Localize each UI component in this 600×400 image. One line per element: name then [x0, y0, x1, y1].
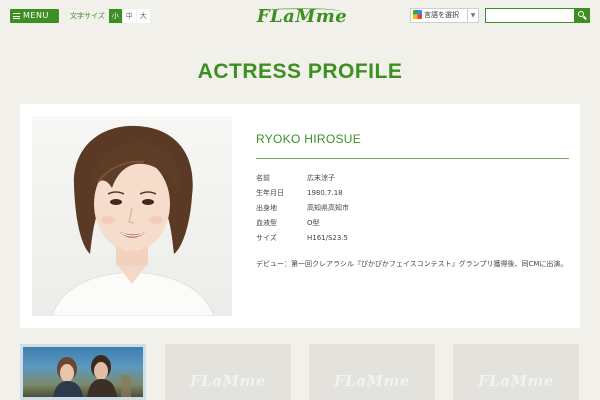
site-logo[interactable]: FLaMme	[246, 6, 358, 28]
related-thumbnails: FLaMme FLaMme FLaMme	[20, 344, 600, 400]
search-icon-handle	[583, 15, 587, 20]
hamburger-icon	[13, 12, 20, 21]
menu-button[interactable]: MENU	[10, 9, 59, 23]
thumbnail-placeholder-logo: FLaMme	[478, 372, 554, 390]
fact-value: H161/S23.5	[307, 234, 349, 242]
font-size-switcher: 文字サイズ小中大	[70, 9, 150, 23]
menu-label: MENU	[23, 11, 49, 20]
font-size-large-button[interactable]: 大	[136, 9, 150, 23]
actress-name: RYOKO HIROSUE	[256, 132, 569, 159]
fact-label: 血液型	[256, 219, 277, 227]
fact-row-blood-type: 血液型 O型	[256, 216, 569, 231]
thumbnail-placeholder-logo: FLaMme	[190, 372, 266, 390]
chevron-down-icon: ▼	[467, 9, 478, 22]
language-select[interactable]: 言語を選択 ▼	[410, 8, 479, 23]
fact-label: 出身地	[256, 204, 277, 212]
fact-row-birthplace: 出身地 高知県高知市	[256, 201, 569, 216]
thumbnail-placeholder-4[interactable]: FLaMme	[453, 344, 579, 400]
search-button[interactable]	[574, 8, 590, 23]
site-header: MENU 文字サイズ小中大 FLaMme 言語を選択 ▼	[0, 0, 600, 34]
font-size-small-button[interactable]: 小	[108, 9, 122, 23]
logo-arc	[262, 8, 342, 16]
thumbnail-image-1[interactable]	[20, 344, 146, 400]
font-size-caption: 文字サイズ	[70, 12, 105, 20]
fact-value: 広末涼子	[307, 174, 335, 182]
profile-facts: 名前 広末涼子 生年月日 1980.7.18 出身地 高知県高知市 血液型 O型…	[256, 171, 569, 246]
thumbnail-placeholder-2[interactable]: FLaMme	[165, 344, 291, 400]
search-input[interactable]	[485, 8, 575, 23]
fact-value: 高知県高知市	[307, 204, 349, 212]
profile-info: RYOKO HIROSUE 名前 広末涼子 生年月日 1980.7.18 出身地…	[256, 132, 569, 271]
thumbnail-placeholder-logo: FLaMme	[334, 372, 410, 390]
fact-value: O型	[307, 219, 320, 227]
profile-card: RYOKO HIROSUE 名前 広末涼子 生年月日 1980.7.18 出身地…	[20, 104, 580, 328]
fact-label: 生年月日	[256, 189, 284, 197]
language-select-label: 言語を選択	[424, 11, 459, 19]
thumbnail-placeholder-3[interactable]: FLaMme	[309, 344, 435, 400]
fact-row-birthdate: 生年月日 1980.7.18	[256, 186, 569, 201]
fact-value: 1980.7.18	[307, 189, 343, 197]
fact-row-size: サイズ H161/S23.5	[256, 231, 569, 246]
fact-row-name: 名前 広末涼子	[256, 171, 569, 186]
portrait-illustration	[51, 125, 215, 316]
google-icon	[413, 10, 422, 19]
fact-label: サイズ	[256, 234, 277, 242]
font-size-medium-button[interactable]: 中	[122, 9, 136, 23]
page-title: ACTRESS PROFILE	[197, 60, 403, 83]
thumbnail-illustration	[53, 355, 131, 397]
debut-description: デビュー：第一回クレアラシル『ぴかぴかフェイスコンテスト』グランプリ獲得後、同C…	[256, 260, 568, 268]
fact-label: 名前	[256, 174, 270, 182]
profile-photo	[32, 116, 232, 316]
